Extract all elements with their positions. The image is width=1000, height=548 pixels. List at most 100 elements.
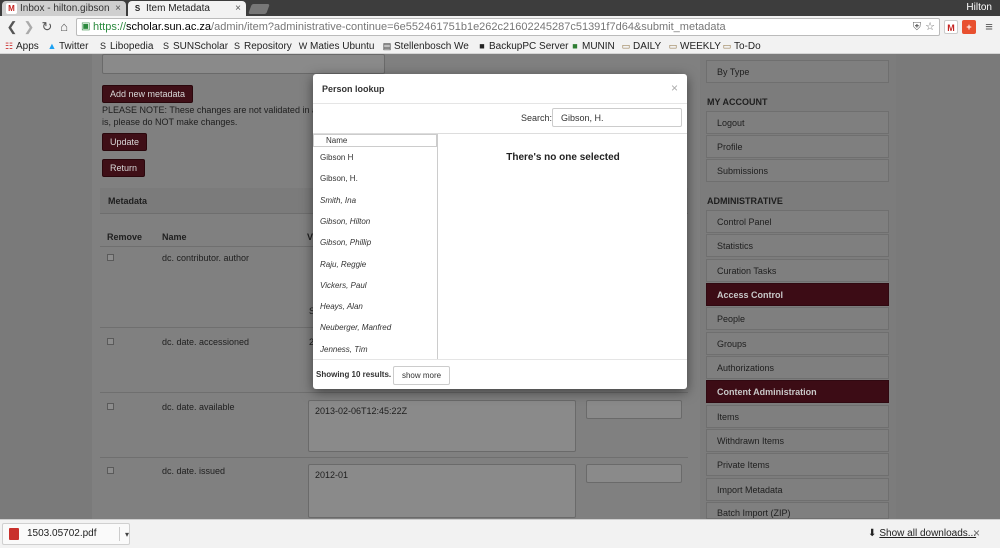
pdf-file-icon bbox=[9, 528, 19, 540]
person-item[interactable]: Gibson, Hilton bbox=[313, 211, 437, 232]
remove-checkbox[interactable] bbox=[107, 403, 114, 410]
tab-title: Item Metadata bbox=[146, 3, 210, 14]
bookmark-repository[interactable]: S Repository bbox=[232, 39, 292, 54]
twitter-bird-icon: ▲ bbox=[47, 41, 57, 51]
table-divider bbox=[100, 457, 688, 458]
reload-icon[interactable]: ↻ bbox=[39, 19, 55, 35]
shield-icon[interactable]: ⛨ bbox=[913, 19, 921, 35]
address-bar[interactable]: ▣ https://scholar.sun.ac.za/admin/item?a… bbox=[76, 18, 940, 36]
show-all-downloads-link[interactable]: ⬇ Show all downloads... bbox=[868, 528, 976, 539]
show-more-button[interactable]: show more bbox=[393, 366, 450, 385]
bookmark-maties-ubuntu[interactable]: W Maties Ubuntu bbox=[298, 39, 375, 54]
person-item[interactable]: Gibson H bbox=[313, 147, 437, 168]
person-item[interactable]: Jenness, Tim bbox=[313, 339, 437, 359]
add-new-metadata-button[interactable]: Add new metadata bbox=[102, 85, 194, 103]
sidebar-item-control-panel[interactable]: Control Panel bbox=[706, 210, 889, 233]
back-icon[interactable]: ❮ bbox=[4, 19, 20, 35]
person-item[interactable]: Gibson, Phillip bbox=[313, 232, 437, 253]
value-textarea[interactable]: 2013-02-06T12:45:22Z bbox=[308, 400, 576, 452]
close-icon[interactable]: × bbox=[973, 526, 980, 540]
bookmark-todo[interactable]: ▭ To-Do bbox=[722, 39, 761, 54]
bookmark-stellenbosch[interactable]: ▤ Stellenbosch We bbox=[382, 39, 470, 54]
bookmark-sunscholar[interactable]: S SUNScholar bbox=[161, 39, 228, 54]
bookmark-apps[interactable]: ☷ Apps bbox=[4, 39, 39, 54]
column-name: Name bbox=[162, 232, 187, 242]
sun-scholar-icon: S bbox=[162, 41, 169, 51]
gmail-extension-icon[interactable]: M bbox=[944, 20, 958, 34]
column-remove: Remove bbox=[107, 232, 143, 242]
return-button[interactable]: Return bbox=[102, 159, 146, 177]
bookmarks-bar: ☷ Apps ▲ Twitter S Libopedia S SUNScholar SR… bbox=[0, 38, 1000, 54]
sidebar-item-content-administration[interactable]: Content Administration bbox=[706, 380, 889, 403]
bookmark-weekly[interactable]: ▭ WEEKLY bbox=[668, 39, 721, 54]
sidebar-item-items[interactable]: Items bbox=[706, 405, 889, 428]
tab-gmail-inbox[interactable]: M Inbox - hilton.gibson × bbox=[2, 1, 126, 16]
bookmark-daily[interactable]: ▭ DAILY bbox=[621, 39, 661, 54]
site-icon: ▤ bbox=[382, 41, 392, 51]
sidebar-item-batch-import[interactable]: Batch Import (ZIP) bbox=[706, 502, 889, 519]
person-item[interactable]: Heays, Alan bbox=[313, 296, 437, 317]
menu-icon[interactable]: ≡ bbox=[981, 19, 997, 35]
person-item[interactable]: Gibson, H. bbox=[313, 168, 437, 189]
new-tab-button[interactable] bbox=[248, 4, 270, 14]
person-lookup-modal: Person lookup × Search: Name Gibson H Gi… bbox=[313, 74, 687, 389]
close-icon[interactable]: × bbox=[671, 81, 678, 95]
tab-item-metadata[interactable]: S Item Metadata × bbox=[128, 1, 246, 16]
language-input[interactable] bbox=[586, 400, 682, 419]
sidebar-item-submissions[interactable]: Submissions bbox=[706, 159, 889, 182]
close-icon[interactable]: × bbox=[235, 1, 241, 16]
browser-tab-bar: M Inbox - hilton.gibson × S Item Metadat… bbox=[0, 0, 1000, 16]
person-item[interactable]: Neuberger, Manfred bbox=[313, 317, 437, 338]
sidebar-item-statistics[interactable]: Statistics bbox=[706, 234, 889, 257]
sidebar-item-authorizations[interactable]: Authorizations bbox=[706, 356, 889, 379]
sidebar-item-people[interactable]: People bbox=[706, 307, 889, 330]
sidebar-item-by-type[interactable]: By Type bbox=[706, 60, 889, 83]
list-column-name[interactable]: Name bbox=[313, 134, 437, 147]
language-input[interactable] bbox=[586, 464, 682, 483]
bookmark-libopedia[interactable]: S Libopedia bbox=[98, 39, 153, 54]
modal-header: Person lookup × bbox=[313, 74, 687, 104]
download-item[interactable]: 1503.05702.pdf ▾ bbox=[2, 523, 130, 545]
sidebar-item-private-items[interactable]: Private Items bbox=[706, 453, 889, 476]
home-icon[interactable]: ⌂ bbox=[56, 19, 72, 35]
bookmark-twitter[interactable]: ▲ Twitter bbox=[47, 39, 89, 54]
table-divider bbox=[100, 327, 313, 328]
sidebar-item-curation-tasks[interactable]: Curation Tasks bbox=[706, 259, 889, 282]
sidebar-item-logout[interactable]: Logout bbox=[706, 111, 889, 134]
chevron-down-icon[interactable]: ▾ bbox=[125, 525, 129, 545]
remove-checkbox[interactable] bbox=[107, 467, 114, 474]
new-metadata-value-field[interactable] bbox=[102, 54, 385, 74]
sidebar-item-profile[interactable]: Profile bbox=[706, 135, 889, 158]
remove-checkbox[interactable] bbox=[107, 338, 114, 345]
table-divider bbox=[100, 246, 313, 247]
metadata-header-title: Metadata bbox=[108, 196, 148, 206]
plus-extension-icon[interactable]: + bbox=[962, 20, 976, 34]
sidebar-item-withdrawn-items[interactable]: Withdrawn Items bbox=[706, 429, 889, 452]
person-item[interactable]: Raju, Reggie bbox=[313, 254, 437, 275]
value-textarea[interactable]: 2012-01 bbox=[308, 464, 576, 518]
bookmark-munin[interactable]: ■ MUNIN bbox=[570, 39, 615, 54]
person-item[interactable]: Smith, Ina bbox=[313, 190, 437, 211]
validation-note-line2: is, please do NOT make changes. bbox=[102, 117, 238, 127]
sidebar-heading-administrative: ADMINISTRATIVE bbox=[707, 196, 783, 206]
folder-icon: ▭ bbox=[668, 41, 678, 51]
modal-title: Person lookup bbox=[322, 84, 385, 94]
validation-note-line1: PLEASE NOTE: These changes are not valid… bbox=[102, 105, 345, 115]
profile-name[interactable]: Hilton bbox=[966, 1, 992, 15]
download-arrow-icon: ⬇ bbox=[868, 528, 877, 539]
person-item[interactable]: Vickers, Paul bbox=[313, 275, 437, 296]
sidebar-item-groups[interactable]: Groups bbox=[706, 332, 889, 355]
table-divider bbox=[100, 392, 688, 393]
sidebar-item-access-control[interactable]: Access Control bbox=[706, 283, 889, 306]
person-list[interactable]: Name Gibson H Gibson, H. Smith, Ina Gibs… bbox=[313, 134, 438, 359]
browser-toolbar: ❮ ❯ ↻ ⌂ ▣ https://scholar.sun.ac.za/admi… bbox=[0, 16, 1000, 38]
close-icon[interactable]: × bbox=[115, 1, 121, 16]
search-input[interactable] bbox=[552, 108, 682, 127]
sidebar-item-import-metadata[interactable]: Import Metadata bbox=[706, 478, 889, 501]
bookmark-backuppc[interactable]: ■ BackupPC Server bbox=[477, 39, 568, 54]
star-icon[interactable]: ☆ bbox=[925, 19, 935, 35]
sun-scholar-icon: S bbox=[233, 41, 240, 51]
forward-icon[interactable]: ❯ bbox=[21, 19, 37, 35]
update-button[interactable]: Update bbox=[102, 133, 148, 151]
remove-checkbox[interactable] bbox=[107, 254, 114, 261]
